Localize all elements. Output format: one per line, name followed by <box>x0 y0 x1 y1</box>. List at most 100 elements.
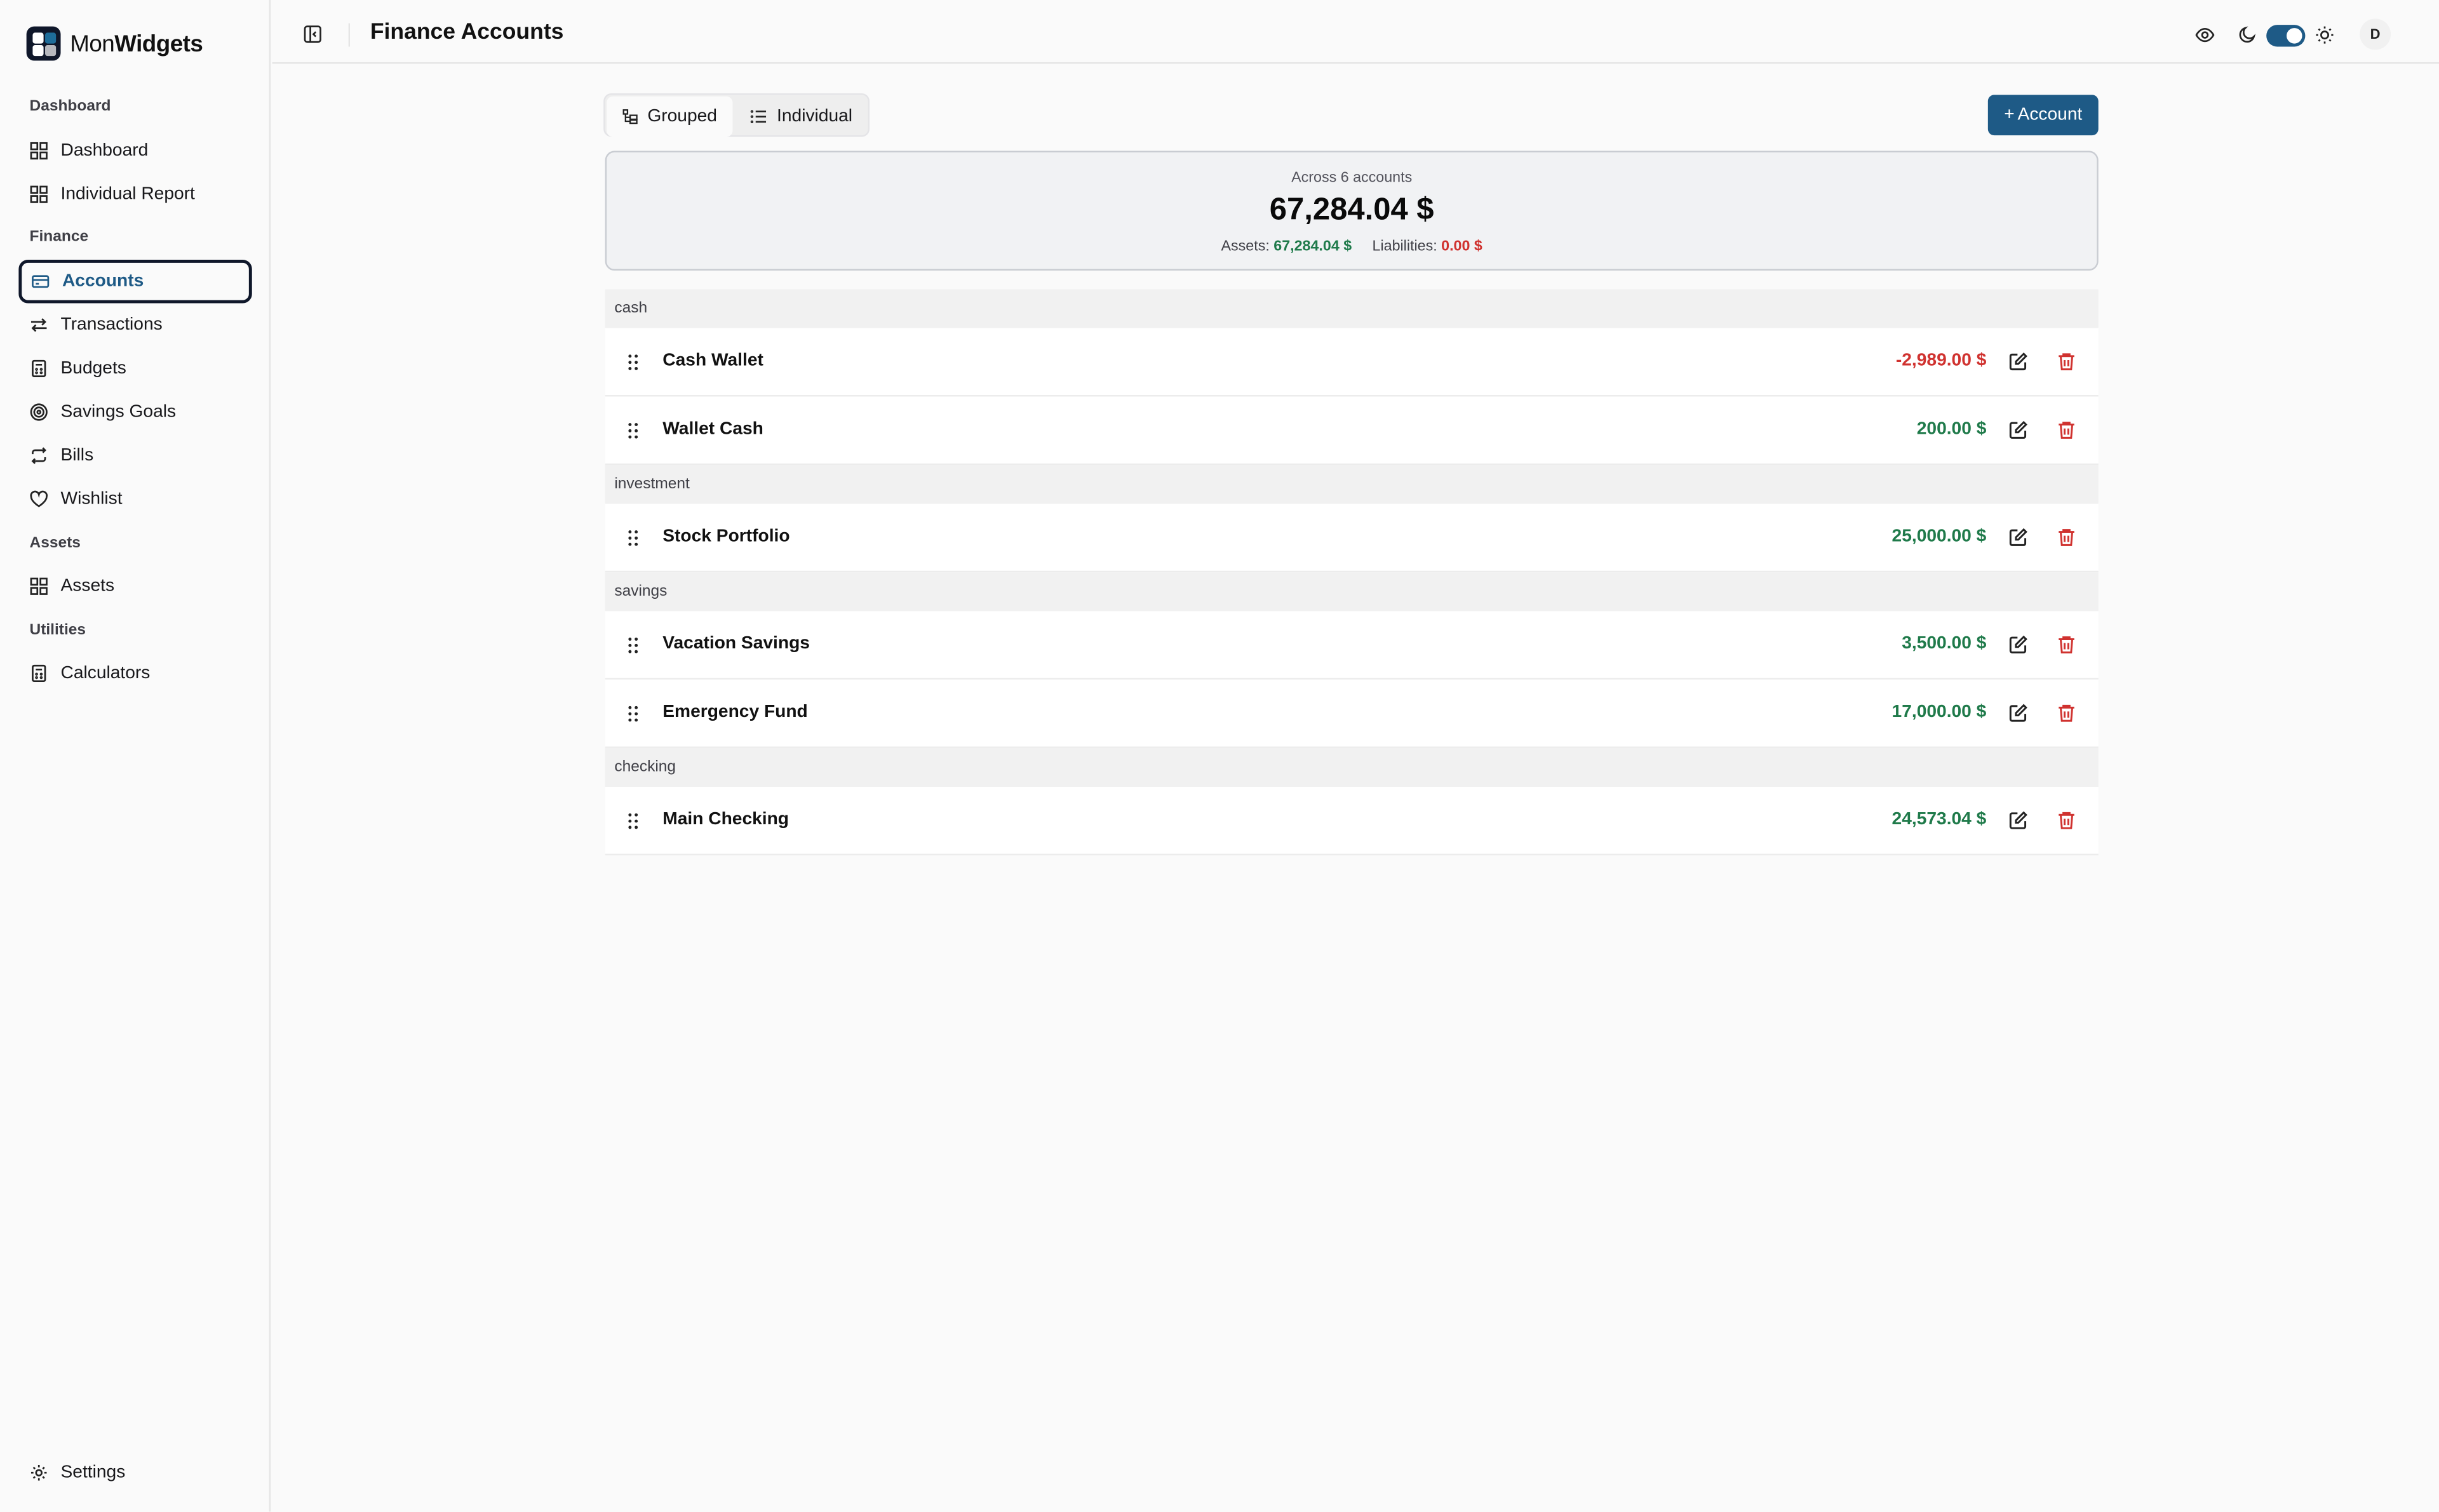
gear-icon <box>30 1464 47 1481</box>
account-row[interactable]: Vacation Savings 3,500.00 $ <box>605 611 2099 680</box>
sidebar-item-label: Calculators <box>60 664 151 683</box>
top-bar: Finance Accounts D <box>272 0 2439 64</box>
trash-icon[interactable] <box>2057 810 2077 831</box>
account-balance: -2,989.00 $ <box>1895 351 1987 370</box>
account-balance: 3,500.00 $ <box>1902 634 1987 653</box>
drag-handle-icon[interactable] <box>627 353 640 371</box>
sidebar-item-budgets[interactable]: Budgets <box>18 349 252 389</box>
account-name: Main Checking <box>662 810 789 829</box>
account-balance: 17,000.00 $ <box>1891 702 1987 722</box>
account-name: Cash Wallet <box>662 351 763 370</box>
sidebar-item-transactions[interactable]: Transactions <box>18 305 252 345</box>
sidebar-item-label: Individual Report <box>60 185 195 204</box>
account-balance: 24,573.04 $ <box>1891 810 1987 829</box>
drag-handle-icon[interactable] <box>627 704 640 723</box>
sidebar-item-label: Savings Goals <box>60 403 177 422</box>
sidebar-item-label: Settings <box>60 1463 126 1482</box>
brand-name: MonWidgets <box>70 30 203 57</box>
divider <box>348 23 351 47</box>
drag-handle-icon[interactable] <box>627 812 640 830</box>
sidebar: MonWidgets Dashboard Dashboard Individua… <box>0 0 271 1512</box>
edit-icon[interactable] <box>2008 634 2029 655</box>
sidebar-item-label: Wishlist <box>60 490 123 509</box>
trash-icon[interactable] <box>2057 351 2077 371</box>
brand[interactable]: MonWidgets <box>26 25 203 62</box>
section-label-assets: Assets <box>29 535 81 552</box>
account-name: Vacation Savings <box>662 634 810 653</box>
arrows-swap-icon <box>30 318 47 332</box>
sun-icon <box>2316 26 2334 44</box>
account-row[interactable]: Wallet Cash 200.00 $ <box>605 396 2099 465</box>
calculator-icon <box>32 664 46 683</box>
grouped-label: Grouped <box>647 107 717 126</box>
trash-icon[interactable] <box>2057 703 2077 723</box>
brand-logo-icon <box>26 26 61 61</box>
sidebar-item-calculators[interactable]: Calculators <box>18 653 252 694</box>
account-name: Emergency Fund <box>662 702 808 722</box>
section-label-utilities: Utilities <box>29 622 86 639</box>
account-name: Stock Portfolio <box>662 527 790 546</box>
sidebar-item-bills[interactable]: Bills <box>18 436 252 476</box>
drag-handle-icon[interactable] <box>627 636 640 655</box>
page-title: Finance Accounts <box>370 20 564 46</box>
sidebar-toggle-icon[interactable] <box>304 25 322 43</box>
account-balance: 25,000.00 $ <box>1891 527 1987 546</box>
tree-list-icon <box>622 109 638 124</box>
plus-icon: + <box>2004 105 2015 124</box>
add-account-label: Account <box>2017 105 2083 124</box>
assets-value: 67,284.04 $ <box>1273 238 1352 255</box>
sidebar-item-label: Dashboard <box>60 141 149 161</box>
list-icon <box>750 110 767 124</box>
avatar[interactable]: D <box>2360 18 2391 50</box>
theme-toggle[interactable] <box>2266 25 2306 47</box>
total-balance: 67,284.04 $ <box>1269 192 1434 227</box>
sidebar-item-label: Transactions <box>60 316 163 335</box>
edit-icon[interactable] <box>2008 351 2029 371</box>
sidebar-item-assets[interactable]: Assets <box>18 566 252 606</box>
calculator-icon <box>32 359 46 378</box>
sidebar-item-label: Assets <box>60 577 115 596</box>
account-balance: 200.00 $ <box>1916 420 1987 439</box>
section-label-dashboard: Dashboard <box>29 98 111 116</box>
sidebar-item-label: Accounts <box>62 272 144 291</box>
grid-icon <box>30 142 48 160</box>
sidebar-item-label: Budgets <box>60 359 126 378</box>
repeat-icon <box>31 447 46 464</box>
accounts-count-caption: Across 6 accounts <box>1291 169 1413 187</box>
account-row[interactable]: Stock Portfolio 25,000.00 $ <box>605 504 2099 573</box>
sidebar-item-wishlist[interactable]: Wishlist <box>18 479 252 519</box>
section-label-finance: Finance <box>29 229 89 246</box>
individual-view-button[interactable]: Individual <box>734 97 868 137</box>
edit-icon[interactable] <box>2008 703 2029 723</box>
trash-icon[interactable] <box>2057 420 2077 440</box>
account-row[interactable]: Cash Wallet -2,989.00 $ <box>605 328 2099 397</box>
add-account-button[interactable]: + Account <box>1987 95 2099 136</box>
heart-icon <box>30 490 48 507</box>
target-icon <box>30 403 48 421</box>
sidebar-item-individual-report[interactable]: Individual Report <box>18 174 252 215</box>
account-row[interactable]: Main Checking 24,573.04 $ <box>605 787 2099 855</box>
trash-icon[interactable] <box>2057 527 2077 547</box>
sidebar-item-label: Bills <box>60 446 94 465</box>
sidebar-item-savings-goals[interactable]: Savings Goals <box>18 392 252 432</box>
eye-icon[interactable] <box>2195 25 2215 45</box>
account-row[interactable]: Emergency Fund 17,000.00 $ <box>605 679 2099 748</box>
edit-icon[interactable] <box>2008 420 2029 440</box>
edit-icon[interactable] <box>2008 810 2029 831</box>
moon-icon <box>2239 26 2256 43</box>
sidebar-item-dashboard[interactable]: Dashboard <box>18 131 252 171</box>
group-header-cash: cash <box>605 289 2099 328</box>
summary-card: Across 6 accounts 67,284.04 $ Assets: 67… <box>605 151 2099 271</box>
app-window: MonWidgets Dashboard Dashboard Individua… <box>0 0 2439 1512</box>
edit-icon[interactable] <box>2008 527 2029 547</box>
trash-icon[interactable] <box>2057 634 2077 655</box>
group-header-savings: savings <box>605 572 2099 612</box>
credit-card-icon <box>32 275 50 288</box>
sidebar-item-accounts[interactable]: Accounts <box>18 259 252 304</box>
grouped-view-button[interactable]: Grouped <box>607 96 733 137</box>
group-header-checking: checking <box>605 747 2099 787</box>
drag-handle-icon[interactable] <box>627 422 640 440</box>
liabilities-value: 0.00 $ <box>1441 238 1482 255</box>
drag-handle-icon[interactable] <box>627 529 640 547</box>
sidebar-item-settings[interactable]: Settings <box>18 1452 252 1493</box>
